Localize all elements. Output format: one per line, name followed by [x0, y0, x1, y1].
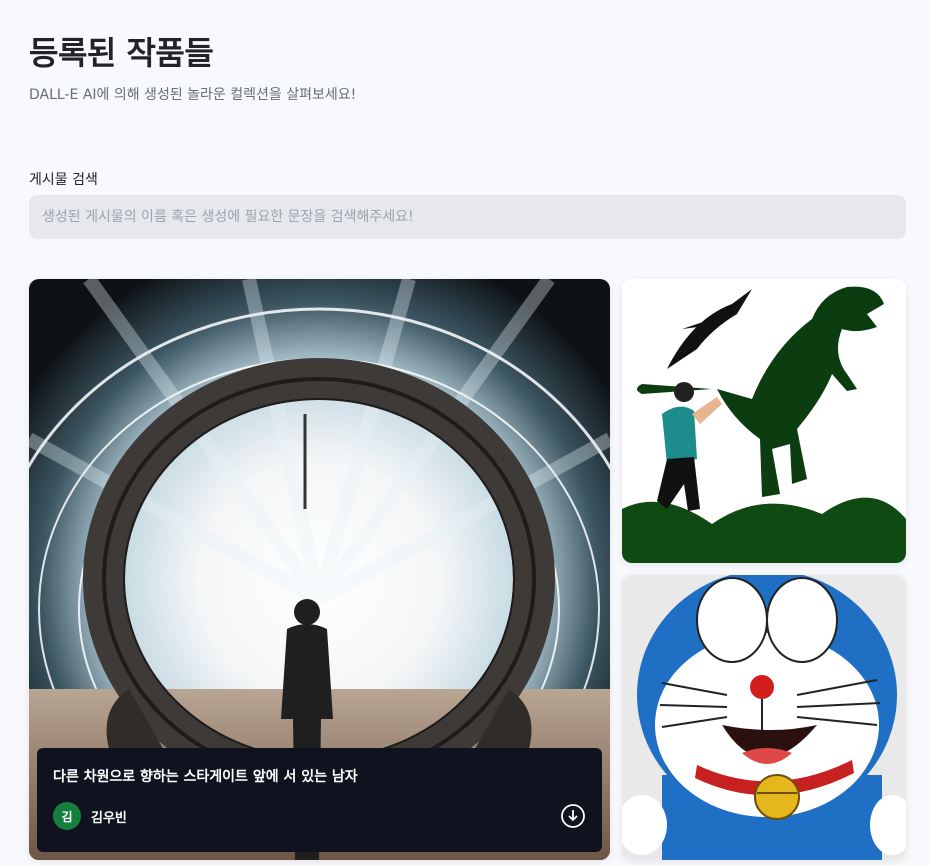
- post-card[interactable]: [622, 279, 906, 563]
- post-card[interactable]: [622, 575, 906, 860]
- download-button[interactable]: [560, 803, 586, 829]
- search-input[interactable]: [29, 195, 906, 239]
- author-name: 김우빈: [91, 810, 127, 826]
- post-author: 김 김우빈: [53, 802, 127, 830]
- dinosaur-chase-image: [622, 279, 906, 563]
- page-subtitle: DALL-E AI에 의해 생성된 놀라운 컬렉션을 살펴보세요!: [29, 87, 357, 103]
- search-label: 게시물 검색: [29, 172, 98, 188]
- doraemon-image: [622, 575, 906, 860]
- post-prompt: 다른 차원으로 향하는 스타게이트 앞에 서 있는 남자: [53, 769, 358, 785]
- post-card[interactable]: 다른 차원으로 향하는 스타게이트 앞에 서 있는 남자 김 김우빈: [29, 279, 610, 860]
- avatar: 김: [53, 802, 81, 830]
- download-icon: [561, 804, 585, 828]
- page-title: 등록된 작품들: [29, 34, 214, 72]
- post-info-overlay: 다른 차원으로 향하는 스타게이트 앞에 서 있는 남자 김 김우빈: [37, 748, 602, 852]
